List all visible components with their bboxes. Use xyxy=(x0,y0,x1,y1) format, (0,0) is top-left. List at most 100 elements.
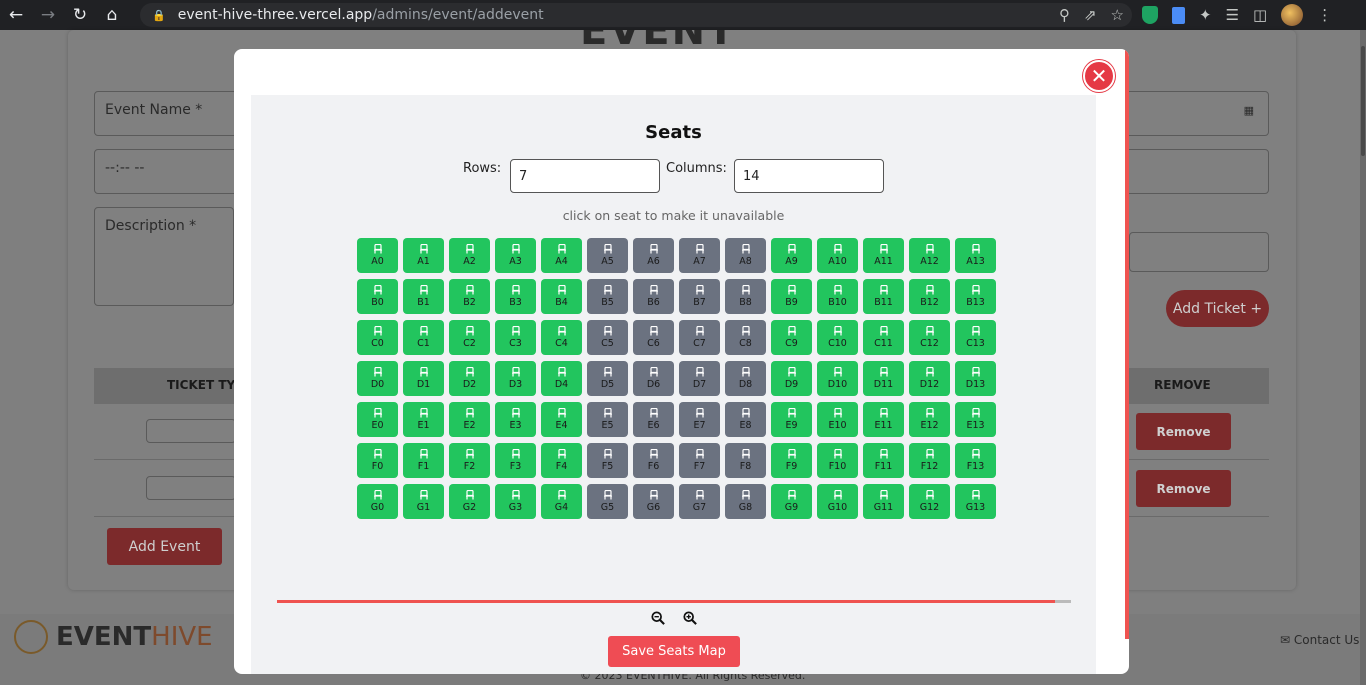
add-ticket-button[interactable]: Add Ticket + xyxy=(1166,290,1269,327)
seat-f9[interactable]: F9 xyxy=(771,443,812,478)
seat-g9[interactable]: G9 xyxy=(771,484,812,519)
seat-g11[interactable]: G11 xyxy=(863,484,904,519)
seat-b0[interactable]: B0 xyxy=(357,279,398,314)
side-input[interactable] xyxy=(1129,232,1269,272)
seat-b3[interactable]: B3 xyxy=(495,279,536,314)
seat-c0[interactable]: C0 xyxy=(357,320,398,355)
description-input[interactable]: Description * xyxy=(94,207,234,306)
seat-c8[interactable]: C8 xyxy=(725,320,766,355)
seat-g8[interactable]: G8 xyxy=(725,484,766,519)
seat-g0[interactable]: G0 xyxy=(357,484,398,519)
seat-g13[interactable]: G13 xyxy=(955,484,996,519)
seat-a13[interactable]: A13 xyxy=(955,238,996,273)
seat-b12[interactable]: B12 xyxy=(909,279,950,314)
seat-d12[interactable]: D12 xyxy=(909,361,950,396)
seat-b13[interactable]: B13 xyxy=(955,279,996,314)
seat-d10[interactable]: D10 xyxy=(817,361,858,396)
seat-c13[interactable]: C13 xyxy=(955,320,996,355)
seat-d0[interactable]: D0 xyxy=(357,361,398,396)
seat-c12[interactable]: C12 xyxy=(909,320,950,355)
seat-c2[interactable]: C2 xyxy=(449,320,490,355)
seat-b6[interactable]: B6 xyxy=(633,279,674,314)
share-icon[interactable]: ⇗ xyxy=(1084,6,1097,24)
seat-b5[interactable]: B5 xyxy=(587,279,628,314)
seat-g4[interactable]: G4 xyxy=(541,484,582,519)
calendar-icon[interactable]: ▦ xyxy=(1244,104,1254,117)
columns-input[interactable] xyxy=(734,159,884,193)
seat-e1[interactable]: E1 xyxy=(403,402,444,437)
forward-icon[interactable]: → xyxy=(32,0,64,30)
seat-e12[interactable]: E12 xyxy=(909,402,950,437)
seat-b1[interactable]: B1 xyxy=(403,279,444,314)
remove-button[interactable]: Remove xyxy=(1136,413,1231,450)
seat-a3[interactable]: A3 xyxy=(495,238,536,273)
reload-icon[interactable]: ↻ xyxy=(64,0,96,30)
seat-e4[interactable]: E4 xyxy=(541,402,582,437)
seat-a4[interactable]: A4 xyxy=(541,238,582,273)
seat-d2[interactable]: D2 xyxy=(449,361,490,396)
menu-kebab-icon[interactable]: ⋮ xyxy=(1317,6,1332,24)
seat-f1[interactable]: F1 xyxy=(403,443,444,478)
add-event-button[interactable]: Add Event xyxy=(107,528,222,565)
seat-a5[interactable]: A5 xyxy=(587,238,628,273)
shield-extension-icon[interactable] xyxy=(1142,6,1158,24)
seat-g1[interactable]: G1 xyxy=(403,484,444,519)
seat-g7[interactable]: G7 xyxy=(679,484,720,519)
seat-c1[interactable]: C1 xyxy=(403,320,444,355)
seat-f6[interactable]: F6 xyxy=(633,443,674,478)
seat-g5[interactable]: G5 xyxy=(587,484,628,519)
close-button[interactable]: ✕ xyxy=(1083,60,1115,92)
seat-c7[interactable]: C7 xyxy=(679,320,720,355)
docs-extension-icon[interactable] xyxy=(1172,6,1185,24)
seat-c4[interactable]: C4 xyxy=(541,320,582,355)
seat-d3[interactable]: D3 xyxy=(495,361,536,396)
seat-d1[interactable]: D1 xyxy=(403,361,444,396)
zoom-in-icon[interactable] xyxy=(682,611,697,625)
seat-f8[interactable]: F8 xyxy=(725,443,766,478)
seat-a7[interactable]: A7 xyxy=(679,238,720,273)
seat-b8[interactable]: B8 xyxy=(725,279,766,314)
seat-a2[interactable]: A2 xyxy=(449,238,490,273)
seat-e7[interactable]: E7 xyxy=(679,402,720,437)
seat-c11[interactable]: C11 xyxy=(863,320,904,355)
seat-a1[interactable]: A1 xyxy=(403,238,444,273)
seat-e2[interactable]: E2 xyxy=(449,402,490,437)
seat-e13[interactable]: E13 xyxy=(955,402,996,437)
remove-button[interactable]: Remove xyxy=(1136,470,1231,507)
seat-a8[interactable]: A8 xyxy=(725,238,766,273)
seat-a12[interactable]: A12 xyxy=(909,238,950,273)
seat-e3[interactable]: E3 xyxy=(495,402,536,437)
seat-f7[interactable]: F7 xyxy=(679,443,720,478)
zoom-out-icon[interactable] xyxy=(650,611,665,625)
page-scrollbar-thumb[interactable] xyxy=(1361,46,1365,156)
seat-f2[interactable]: F2 xyxy=(449,443,490,478)
seat-a9[interactable]: A9 xyxy=(771,238,812,273)
seat-b4[interactable]: B4 xyxy=(541,279,582,314)
seat-e5[interactable]: E5 xyxy=(587,402,628,437)
seat-f12[interactable]: F12 xyxy=(909,443,950,478)
seat-a6[interactable]: A6 xyxy=(633,238,674,273)
horizontal-scrollbar-thumb[interactable] xyxy=(277,600,1056,603)
seat-f10[interactable]: F10 xyxy=(817,443,858,478)
seat-f3[interactable]: F3 xyxy=(495,443,536,478)
seat-f4[interactable]: F4 xyxy=(541,443,582,478)
seat-c3[interactable]: C3 xyxy=(495,320,536,355)
ticket-type-field[interactable] xyxy=(146,476,236,500)
rows-input[interactable] xyxy=(510,159,660,193)
zoom-icon[interactable]: ⚲ xyxy=(1059,6,1070,24)
seat-d11[interactable]: D11 xyxy=(863,361,904,396)
back-icon[interactable]: ← xyxy=(0,0,32,30)
modal-scrollbar[interactable] xyxy=(1125,49,1129,639)
seat-a10[interactable]: A10 xyxy=(817,238,858,273)
seat-e10[interactable]: E10 xyxy=(817,402,858,437)
seat-c10[interactable]: C10 xyxy=(817,320,858,355)
seat-b11[interactable]: B11 xyxy=(863,279,904,314)
seat-d13[interactable]: D13 xyxy=(955,361,996,396)
seat-b2[interactable]: B2 xyxy=(449,279,490,314)
seat-g12[interactable]: G12 xyxy=(909,484,950,519)
seat-g2[interactable]: G2 xyxy=(449,484,490,519)
seat-d9[interactable]: D9 xyxy=(771,361,812,396)
seat-d4[interactable]: D4 xyxy=(541,361,582,396)
seat-c9[interactable]: C9 xyxy=(771,320,812,355)
horizontal-scrollbar[interactable] xyxy=(277,600,1071,603)
